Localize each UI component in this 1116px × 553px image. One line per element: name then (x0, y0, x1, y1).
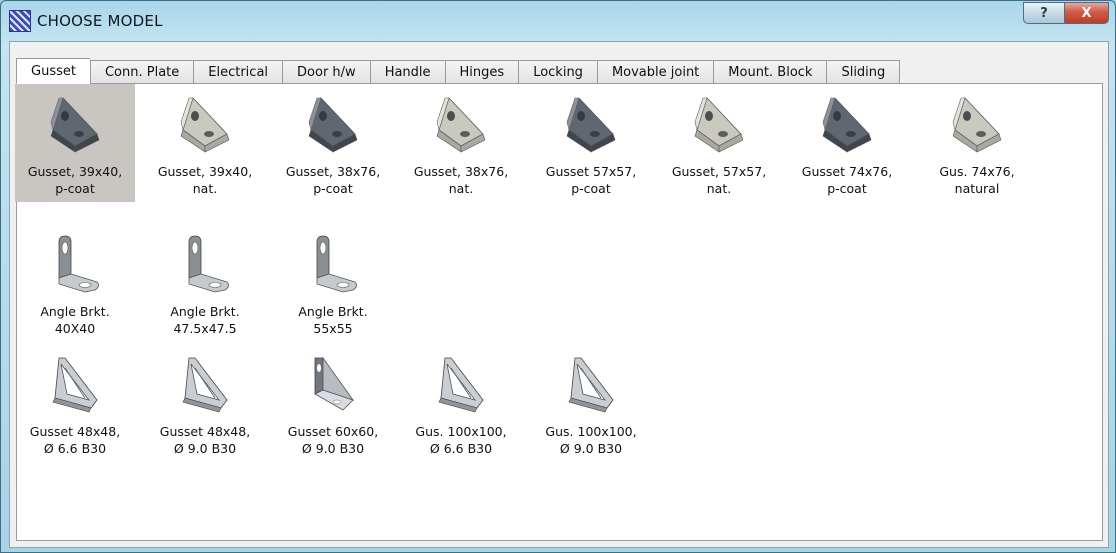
model-label: Gusset 60x60, Ø 9.0 B30 (287, 424, 379, 456)
caption-buttons: ? X (1023, 2, 1109, 24)
model-label: Gusset, 39x40, p-coat (27, 164, 123, 196)
model-item[interactable]: Gusset, 57x57, nat. (659, 84, 779, 202)
model-item[interactable]: Gusset 60x60, Ø 9.0 B30 (273, 344, 393, 462)
tab-conn-plate[interactable]: Conn. Plate (89, 60, 194, 84)
model-label: Gusset 48x48, Ø 9.0 B30 (159, 424, 251, 456)
model-item[interactable]: Gusset 48x48, Ø 6.6 B30 (15, 344, 135, 462)
model-label: Angle Brkt. 55x55 (298, 304, 368, 336)
model-item[interactable]: Gus. 74x76, natural (917, 84, 1037, 202)
model-label: Gus. 74x76, natural (939, 164, 1015, 196)
model-grid-panel: Gusset, 39x40, p-coat Gusset, 39x40, nat… (15, 83, 1103, 541)
model-item[interactable]: Gusset 48x48, Ø 9.0 B30 (145, 344, 265, 462)
plate-gusset-icon (303, 344, 363, 420)
model-item[interactable]: Gusset, 39x40, p-coat (15, 84, 135, 202)
model-label: Gusset, 38x76, nat. (413, 164, 509, 196)
gusset-natural-icon (431, 84, 491, 160)
ribbed-gusset-icon (45, 344, 105, 420)
gusset-pcoat-icon (303, 84, 363, 160)
tab-movable-joint[interactable]: Movable joint (596, 60, 714, 84)
model-item[interactable]: Gus. 100x100, Ø 9.0 B30 (531, 344, 651, 462)
model-label: Gus. 100x100, Ø 6.6 B30 (415, 424, 507, 456)
title-bar[interactable]: CHOOSE MODEL ? X (1, 1, 1115, 41)
model-label: Gusset, 57x57, nat. (671, 164, 767, 196)
angle-bracket-icon (303, 224, 363, 300)
dialog-client-area: Gusset Conn. Plate Electrical Door h/w Handl… (9, 41, 1109, 548)
tab-hinges[interactable]: Hinges (444, 60, 519, 84)
model-item[interactable]: Angle Brkt. 55x55 (273, 224, 393, 342)
gusset-natural-icon (175, 84, 235, 160)
model-item[interactable]: Gusset 74x76, p-coat (787, 84, 907, 202)
ribbed-gusset-icon (431, 344, 491, 420)
tab-mount-block[interactable]: Mount. Block (713, 60, 827, 84)
gusset-pcoat-icon (45, 84, 105, 160)
model-label: Gus. 100x100, Ø 9.0 B30 (545, 424, 637, 456)
angle-bracket-icon (175, 224, 235, 300)
model-item[interactable]: Angle Brkt. 40X40 (15, 224, 135, 342)
model-label: Angle Brkt. 47.5x47.5 (170, 304, 240, 336)
tab-door-h-w[interactable]: Door h/w (282, 60, 370, 84)
model-item[interactable]: Gusset, 38x76, p-coat (273, 84, 393, 202)
model-item[interactable]: Gus. 100x100, Ø 6.6 B30 (401, 344, 521, 462)
model-item[interactable]: Angle Brkt. 47.5x47.5 (145, 224, 265, 342)
gusset-pcoat-icon (817, 84, 877, 160)
model-label: Angle Brkt. 40X40 (40, 304, 110, 336)
model-label: Gusset, 39x40, nat. (157, 164, 253, 196)
ribbed-gusset-icon (175, 344, 235, 420)
model-item[interactable]: Gusset, 39x40, nat. (145, 84, 265, 202)
tab-sliding[interactable]: Sliding (826, 60, 901, 84)
tab-gusset[interactable]: Gusset (16, 58, 90, 84)
gusset-pcoat-icon (561, 84, 621, 160)
close-button[interactable]: X (1065, 2, 1109, 24)
help-button[interactable]: ? (1023, 2, 1065, 24)
app-icon (9, 10, 31, 32)
gusset-natural-icon (947, 84, 1007, 160)
tab-electrical[interactable]: Electrical (193, 60, 283, 84)
angle-bracket-icon (45, 224, 105, 300)
window-title: CHOOSE MODEL (37, 12, 163, 30)
model-item[interactable]: Gusset, 38x76, nat. (401, 84, 521, 202)
tab-handle[interactable]: Handle (369, 60, 445, 84)
choose-model-window: CHOOSE MODEL ? X Gusset Conn. Plate Electr… (0, 0, 1116, 553)
tab-strip: Gusset Conn. Plate Electrical Door h/w Handl… (16, 58, 901, 84)
model-item[interactable]: Gusset 57x57, p-coat (531, 84, 651, 202)
gusset-natural-icon (689, 84, 749, 160)
model-label: Gusset 48x48, Ø 6.6 B30 (29, 424, 121, 456)
model-label: Gusset 57x57, p-coat (545, 164, 637, 196)
ribbed-gusset-icon (561, 344, 621, 420)
tab-locking[interactable]: Locking (518, 60, 597, 84)
model-label: Gusset 74x76, p-coat (801, 164, 893, 196)
model-label: Gusset, 38x76, p-coat (285, 164, 381, 196)
